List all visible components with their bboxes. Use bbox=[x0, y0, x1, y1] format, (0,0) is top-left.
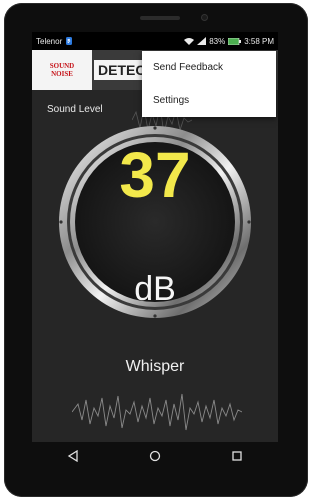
navigation-bar bbox=[32, 443, 278, 469]
phone-frame: Telenor 83% 3:58 PM SOUND NOISE DETECTOR… bbox=[4, 3, 308, 497]
earpiece bbox=[140, 16, 180, 20]
battery-icon bbox=[228, 37, 242, 45]
status-bar: Telenor 83% 3:58 PM bbox=[32, 32, 278, 50]
menu-item-settings[interactable]: Settings bbox=[142, 84, 276, 117]
battery-percent: 83% bbox=[209, 36, 226, 46]
overflow-menu: Send Feedback Settings bbox=[142, 51, 276, 117]
back-button[interactable] bbox=[63, 446, 83, 466]
clock: 3:58 PM bbox=[244, 36, 274, 46]
sound-unit: dB bbox=[134, 270, 176, 308]
sound-description: Whisper bbox=[125, 358, 185, 375]
sound-level-label: Sound Level bbox=[47, 104, 103, 115]
meter-panel: Sound Level 37 dB Whisper bbox=[32, 90, 278, 442]
front-camera bbox=[201, 14, 208, 21]
wifi-icon bbox=[184, 38, 195, 45]
logo-sound-text: SOUND bbox=[49, 61, 75, 70]
signal-icon bbox=[197, 37, 207, 45]
bluetooth-icon bbox=[66, 37, 73, 45]
home-icon bbox=[149, 450, 161, 462]
waveform-bottom bbox=[72, 393, 242, 431]
app-logo: SOUND NOISE bbox=[32, 50, 92, 90]
sound-value: 37 bbox=[119, 139, 191, 211]
carrier-name: Telenor bbox=[36, 36, 63, 46]
home-button[interactable] bbox=[145, 446, 165, 466]
logo-noise-text: NOISE bbox=[51, 69, 73, 78]
back-icon bbox=[67, 450, 78, 462]
screen: Telenor 83% 3:58 PM SOUND NOISE DETECTOR… bbox=[32, 32, 278, 442]
recents-icon bbox=[232, 451, 242, 461]
recents-button[interactable] bbox=[227, 446, 247, 466]
menu-item-send-feedback[interactable]: Send Feedback bbox=[142, 51, 276, 84]
